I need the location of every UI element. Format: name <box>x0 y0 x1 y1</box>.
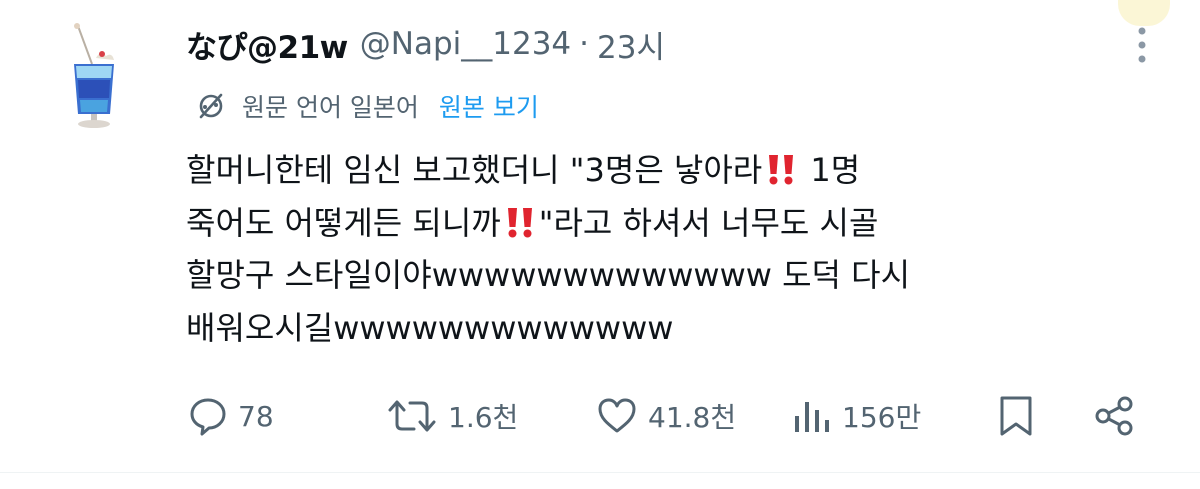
bar-chart-icon <box>795 402 829 432</box>
speech-bubble-icon <box>190 398 226 436</box>
tweet-header: なぴ@21w @Napi__1234 · 23시 <box>186 22 665 66</box>
action-bar: 78 1.6천 41.8천 156만 <box>0 390 1200 442</box>
double-exclamation-emoji <box>507 207 532 237</box>
tweet-text: 할머니한테 임신 보고했더니 "3명은 낳아라 1명 죽어도 어떻게든 되니까 "… <box>186 144 1146 354</box>
translation-row: 원문 언어 일본어 원본 보기 <box>196 88 539 124</box>
tweet-time[interactable]: 23시 <box>597 22 665 67</box>
translation-note: 원문 언어 일본어 <box>242 93 419 122</box>
double-exclamation-emoji <box>769 155 794 185</box>
more-dots-icon <box>1138 27 1146 63</box>
bookmark-button[interactable] <box>996 390 1036 442</box>
tweet-line-2: 죽어도 어떻게든 되니까 "라고 하셔서 너무도 시골 <box>186 197 1146 250</box>
views-count: 156만 <box>842 401 922 434</box>
translate-slash-icon <box>199 93 223 119</box>
tweet-line-1-text: 할머니한테 임신 보고했더니 "3명은 낳아라 <box>186 151 763 189</box>
avatar[interactable] <box>66 20 122 132</box>
tweet-line-4-text: 배워오시길wwwwwwwwwwwww <box>186 308 674 347</box>
tweet-line-3-text: 할망구 스타일이야wwwwwwwwwwwww 도덕 다시 <box>186 256 911 294</box>
heart-icon <box>598 398 636 433</box>
divider <box>0 472 1200 473</box>
share-icon <box>1095 396 1133 436</box>
more-button[interactable] <box>1127 22 1157 68</box>
tweet-line-1-text-b: 1명 <box>800 151 861 189</box>
tweet-line-2-text-b: "라고 하셔서 너무도 시골 <box>538 203 879 242</box>
tweet-line-1: 할머니한테 임신 보고했더니 "3명은 낳아라 1명 <box>186 144 1146 197</box>
like-count: 41.8천 <box>648 401 737 434</box>
views-button[interactable]: 156만 <box>792 390 921 442</box>
retweet-count: 1.6천 <box>448 401 519 434</box>
tweet-line-3: 할망구 스타일이야wwwwwwwwwwwww 도덕 다시 <box>186 249 1146 302</box>
share-button[interactable] <box>1092 390 1136 442</box>
bookmark-icon <box>1000 396 1032 436</box>
reply-count: 78 <box>238 399 274 433</box>
reply-button[interactable]: 78 <box>188 390 274 442</box>
tweet-line-2-text: 죽어도 어떻게든 되니까 <box>186 203 501 242</box>
tweet-line-4: 배워오시길wwwwwwwwwwwww <box>186 302 1146 355</box>
author-handle[interactable]: @Napi__1234 <box>360 26 571 62</box>
author-name[interactable]: なぴ@21w <box>186 22 348 67</box>
retweet-arrows-icon <box>388 400 436 432</box>
retweet-button[interactable]: 1.6천 <box>386 390 518 442</box>
view-original-link[interactable]: 원본 보기 <box>439 88 539 124</box>
separator-dot: · <box>579 26 590 62</box>
like-button[interactable]: 41.8천 <box>596 390 736 442</box>
